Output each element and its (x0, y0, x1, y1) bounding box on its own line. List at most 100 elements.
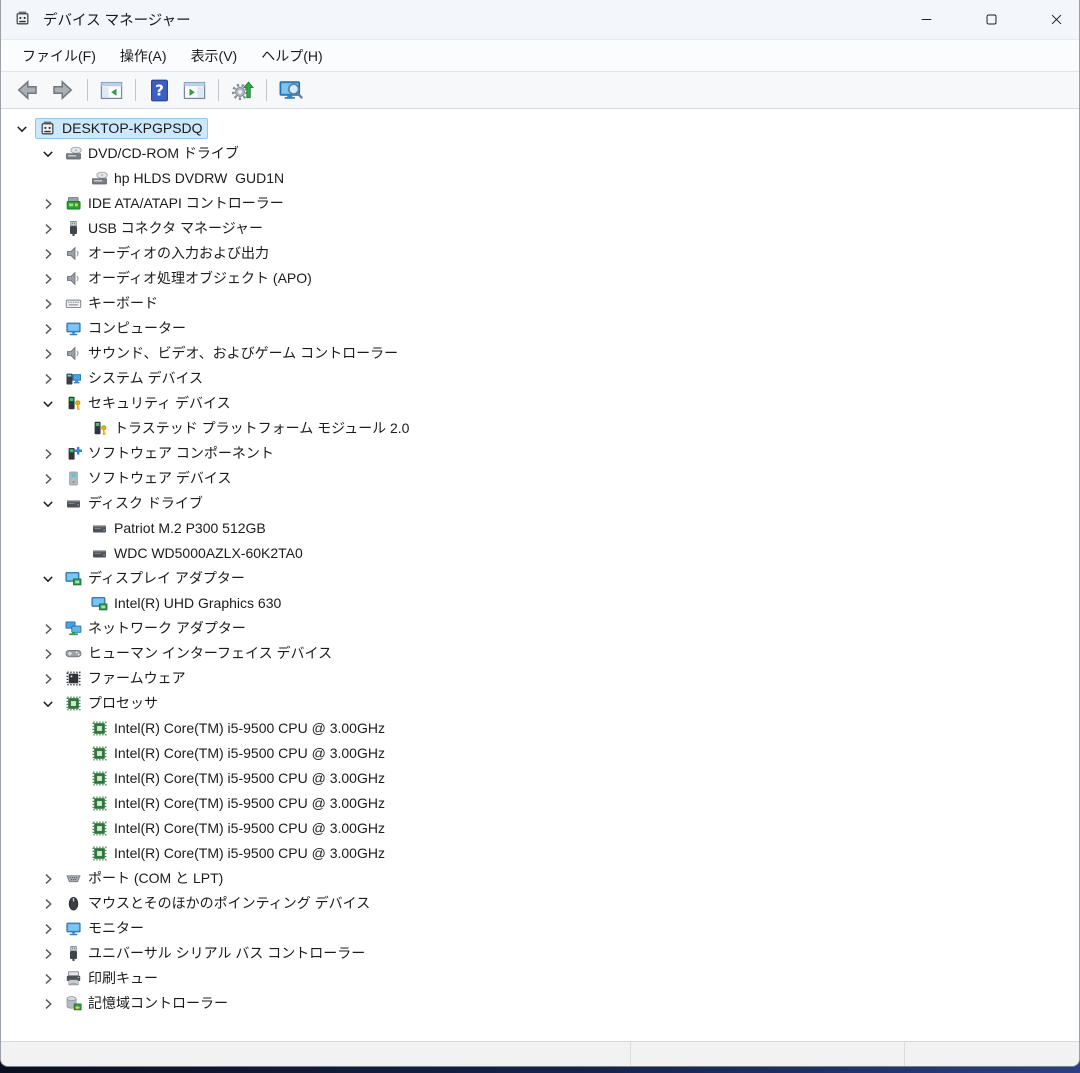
tree-item-label: Intel(R) Core(TM) i5-9500 CPU @ 3.00GHz (114, 770, 385, 786)
tree-item[interactable]: Intel(R) Core(TM) i5-9500 CPU @ 3.00GHz (1, 816, 1079, 841)
tree-item[interactable]: Intel(R) UHD Graphics 630 (1, 591, 1079, 616)
tree-item[interactable]: Intel(R) Core(TM) i5-9500 CPU @ 3.00GHz (1, 791, 1079, 816)
storage-controller-icon (64, 995, 82, 1012)
tree-item-label: ソフトウェア コンポーネント (88, 445, 274, 461)
tree-item[interactable]: Patriot M.2 P300 512GB (1, 516, 1079, 541)
chevron-right-icon[interactable] (35, 371, 61, 387)
chevron-down-icon[interactable] (35, 571, 61, 587)
tree-item[interactable]: キーボード (1, 291, 1079, 316)
maximize-button[interactable] (968, 0, 1014, 39)
keyboard-icon (64, 295, 82, 312)
back-button[interactable] (11, 76, 43, 104)
tree-item[interactable]: トラステッド プラットフォーム モジュール 2.0 (1, 416, 1079, 441)
minimize-icon (921, 14, 932, 25)
chevron-right-icon[interactable] (35, 271, 61, 287)
tree-item-label: ユニバーサル シリアル バス コントローラー (88, 945, 366, 961)
tree-item-label: コンピューター (88, 320, 186, 336)
show-action-pane-button[interactable] (179, 77, 210, 104)
chevron-right-icon[interactable] (35, 196, 61, 212)
tree-item[interactable]: Intel(R) Core(TM) i5-9500 CPU @ 3.00GHz (1, 766, 1079, 791)
tree-item[interactable]: hp HLDS DVDRW GUD1N (1, 166, 1079, 191)
chevron-down-icon[interactable] (35, 396, 61, 412)
tree-item[interactable]: DVD/CD-ROM ドライブ (1, 141, 1079, 166)
cd-drive-icon (64, 145, 82, 162)
tree-item[interactable]: Intel(R) Core(TM) i5-9500 CPU @ 3.00GHz (1, 741, 1079, 766)
close-button[interactable] (1033, 0, 1079, 39)
tree-item[interactable]: ユニバーサル シリアル バス コントローラー (1, 941, 1079, 966)
disk-drive-icon (90, 545, 108, 562)
monitor-icon (64, 320, 82, 337)
chevron-right-icon[interactable] (35, 871, 61, 887)
tree-item[interactable]: 印刷キュー (1, 966, 1079, 991)
disk-drive-icon (64, 495, 82, 512)
tree-item[interactable]: ディスプレイ アダプター (1, 566, 1079, 591)
device-view-button[interactable] (275, 76, 307, 104)
tree-item[interactable]: USB コネクタ マネージャー (1, 216, 1079, 241)
tree-item[interactable]: IDE ATA/ATAPI コントローラー (1, 191, 1079, 216)
chevron-right-icon[interactable] (35, 671, 61, 687)
tree-item[interactable]: ヒューマン インターフェイス デバイス (1, 641, 1079, 666)
tree-item[interactable]: Intel(R) Core(TM) i5-9500 CPU @ 3.00GHz (1, 841, 1079, 866)
help-button[interactable]: ? (144, 77, 175, 104)
tree-item-label: マウスとそのほかのポインティング デバイス (88, 895, 371, 911)
chevron-right-icon[interactable] (35, 296, 61, 312)
tree-item[interactable]: Intel(R) Core(TM) i5-9500 CPU @ 3.00GHz (1, 716, 1079, 741)
tree-item[interactable]: ネットワーク アダプター (1, 616, 1079, 641)
tree-item[interactable]: システム デバイス (1, 366, 1079, 391)
toolbar-separator (87, 79, 88, 101)
tree-item-label: キーボード (88, 295, 158, 311)
chevron-right-icon[interactable] (35, 996, 61, 1012)
minimize-button[interactable] (903, 0, 949, 39)
chevron-right-icon[interactable] (35, 621, 61, 637)
chevron-down-icon[interactable] (35, 146, 61, 162)
chevron-right-icon[interactable] (35, 646, 61, 662)
chevron-right-icon[interactable] (35, 446, 61, 462)
tree-item[interactable]: オーディオ処理オブジェクト (APO) (1, 266, 1079, 291)
tree-item-label: ディスク ドライブ (88, 495, 203, 511)
menu-view[interactable]: 表示(V) (179, 41, 250, 71)
chevron-down-icon[interactable] (9, 121, 35, 137)
processor-icon (90, 845, 108, 862)
chevron-down-icon[interactable] (35, 696, 61, 712)
scan-hardware-changes-button[interactable] (227, 77, 258, 104)
tree-item-label: ポート (COM と LPT) (88, 870, 224, 886)
tree-item[interactable]: セキュリティ デバイス (1, 391, 1079, 416)
tree-item[interactable]: ファームウェア (1, 666, 1079, 691)
chevron-right-icon[interactable] (35, 471, 61, 487)
title-bar: デバイス マネージャー (1, 0, 1079, 40)
tree-item[interactable]: コンピューター (1, 316, 1079, 341)
chevron-right-icon[interactable] (35, 221, 61, 237)
caption-buttons (884, 0, 1079, 39)
menu-file[interactable]: ファイル(F) (10, 41, 108, 71)
tree-item[interactable]: プロセッサ (1, 691, 1079, 716)
chevron-right-icon[interactable] (35, 971, 61, 987)
show-console-tree-button[interactable] (96, 77, 127, 104)
tree-item[interactable]: オーディオの入力および出力 (1, 241, 1079, 266)
processor-icon (64, 695, 82, 712)
tree-item[interactable]: モニター (1, 916, 1079, 941)
tree-item[interactable]: ディスク ドライブ (1, 491, 1079, 516)
chevron-right-icon[interactable] (35, 246, 61, 262)
tree-item[interactable]: ソフトウェア コンポーネント (1, 441, 1079, 466)
chevron-down-icon[interactable] (35, 496, 61, 512)
forward-button[interactable] (47, 76, 79, 104)
chevron-right-icon[interactable] (35, 346, 61, 362)
serial-port-icon (64, 870, 82, 887)
printer-icon (64, 970, 82, 987)
tree-item[interactable]: ポート (COM と LPT) (1, 866, 1079, 891)
security-device-icon (90, 420, 108, 437)
menu-action[interactable]: 操作(A) (108, 41, 179, 71)
monitor-icon (64, 920, 82, 937)
tree-item[interactable]: サウンド、ビデオ、およびゲーム コントローラー (1, 341, 1079, 366)
chevron-right-icon[interactable] (35, 321, 61, 337)
tree-item[interactable]: マウスとそのほかのポインティング デバイス (1, 891, 1079, 916)
menu-help[interactable]: ヘルプ(H) (249, 41, 334, 71)
chevron-right-icon[interactable] (35, 921, 61, 937)
tree-item[interactable]: 記憶域コントローラー (1, 991, 1079, 1016)
tree-item[interactable]: DESKTOP-KPGPSDQ (1, 116, 1079, 141)
chevron-right-icon[interactable] (35, 946, 61, 962)
tree-item[interactable]: ソフトウェア デバイス (1, 466, 1079, 491)
chevron-right-icon[interactable] (35, 896, 61, 912)
tree-item-label: Intel(R) UHD Graphics 630 (114, 595, 282, 611)
tree-item[interactable]: WDC WD5000AZLX-60K2TA0 (1, 541, 1079, 566)
